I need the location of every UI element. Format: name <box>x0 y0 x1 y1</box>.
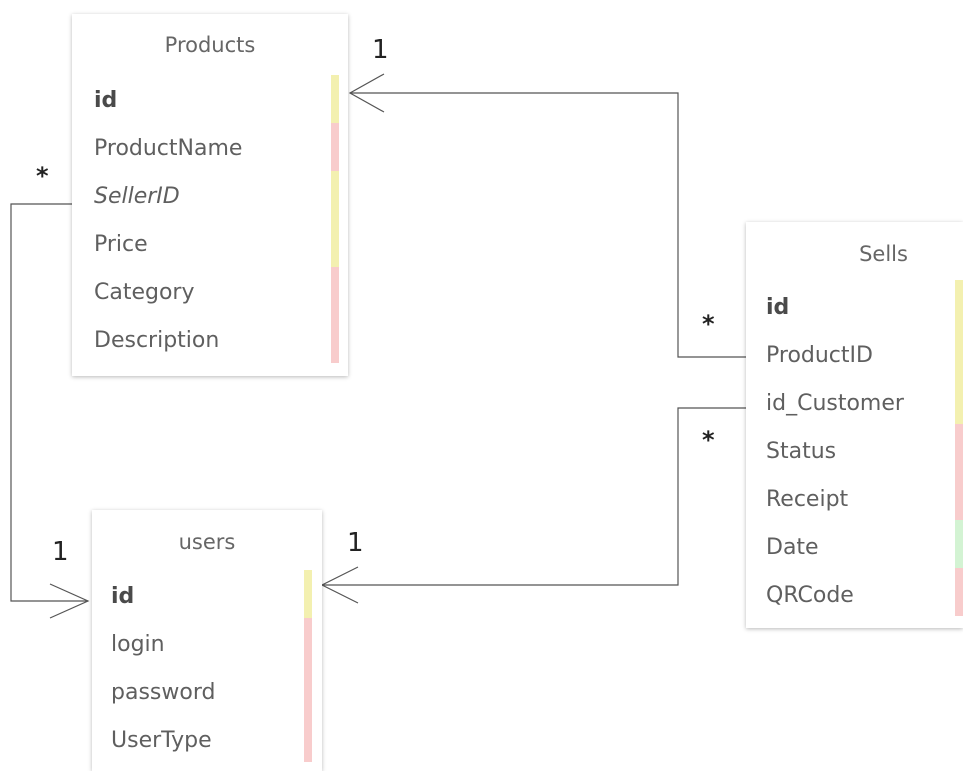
field-sells-productid[interactable]: ProductID <box>766 345 873 367</box>
field-products-price[interactable]: Price <box>94 234 148 256</box>
entity-sells[interactable]: Sells id ProductID id_Customer Status Re… <box>746 222 963 628</box>
cardinality-label-sells-customer-many: * <box>702 426 715 454</box>
field-marker-products-category-description <box>331 267 339 363</box>
field-users-id[interactable]: id <box>111 586 134 608</box>
field-sells-id-customer[interactable]: id_Customer <box>766 393 904 415</box>
entity-sells-title: Sells <box>859 242 908 266</box>
field-marker-sells-date <box>955 520 963 568</box>
field-sells-status[interactable]: Status <box>766 441 836 463</box>
entity-products-title: Products <box>164 33 256 57</box>
cardinality-label-sells-product-many: * <box>702 310 715 338</box>
field-products-category[interactable]: Category <box>94 282 195 304</box>
relation-line-sells-users <box>322 407 746 586</box>
field-marker-products-id <box>331 75 339 123</box>
field-marker-users-rest <box>304 618 312 762</box>
entity-products[interactable]: Products id ProductName SellerID Price C… <box>72 14 348 376</box>
field-sells-date[interactable]: Date <box>766 537 819 559</box>
field-sells-qrcode[interactable]: QRCode <box>766 585 854 607</box>
field-marker-sells-keys <box>955 280 963 424</box>
field-products-sellerid[interactable]: SellerID <box>94 186 180 208</box>
entity-users-title: users <box>178 530 236 554</box>
relation-line-sells-products <box>350 92 746 358</box>
field-marker-products-sellerid-price <box>331 171 339 267</box>
field-users-login[interactable]: login <box>111 634 165 656</box>
cardinality-label-products-many: * <box>36 162 49 190</box>
entity-users[interactable]: users id login password UserType <box>92 510 322 771</box>
field-products-description[interactable]: Description <box>94 330 219 352</box>
cardinality-label-products-one: 1 <box>372 35 389 65</box>
field-sells-id[interactable]: id <box>766 297 789 319</box>
field-marker-sells-status-receipt <box>955 424 963 520</box>
field-products-id[interactable]: id <box>94 90 117 112</box>
field-marker-users-id <box>304 570 312 618</box>
cardinality-label-users-one-right: 1 <box>347 528 364 558</box>
field-marker-products-productname <box>331 123 339 171</box>
field-marker-sells-qrcode <box>955 568 963 616</box>
field-users-usertype[interactable]: UserType <box>111 730 212 752</box>
field-sells-receipt[interactable]: Receipt <box>766 489 848 511</box>
er-diagram-canvas: 1 * * * 1 1 Products id ProductName Sell… <box>0 0 963 771</box>
cardinality-label-users-one-left: 1 <box>52 537 69 567</box>
field-users-password[interactable]: password <box>111 682 215 704</box>
field-products-productname[interactable]: ProductName <box>94 138 242 160</box>
